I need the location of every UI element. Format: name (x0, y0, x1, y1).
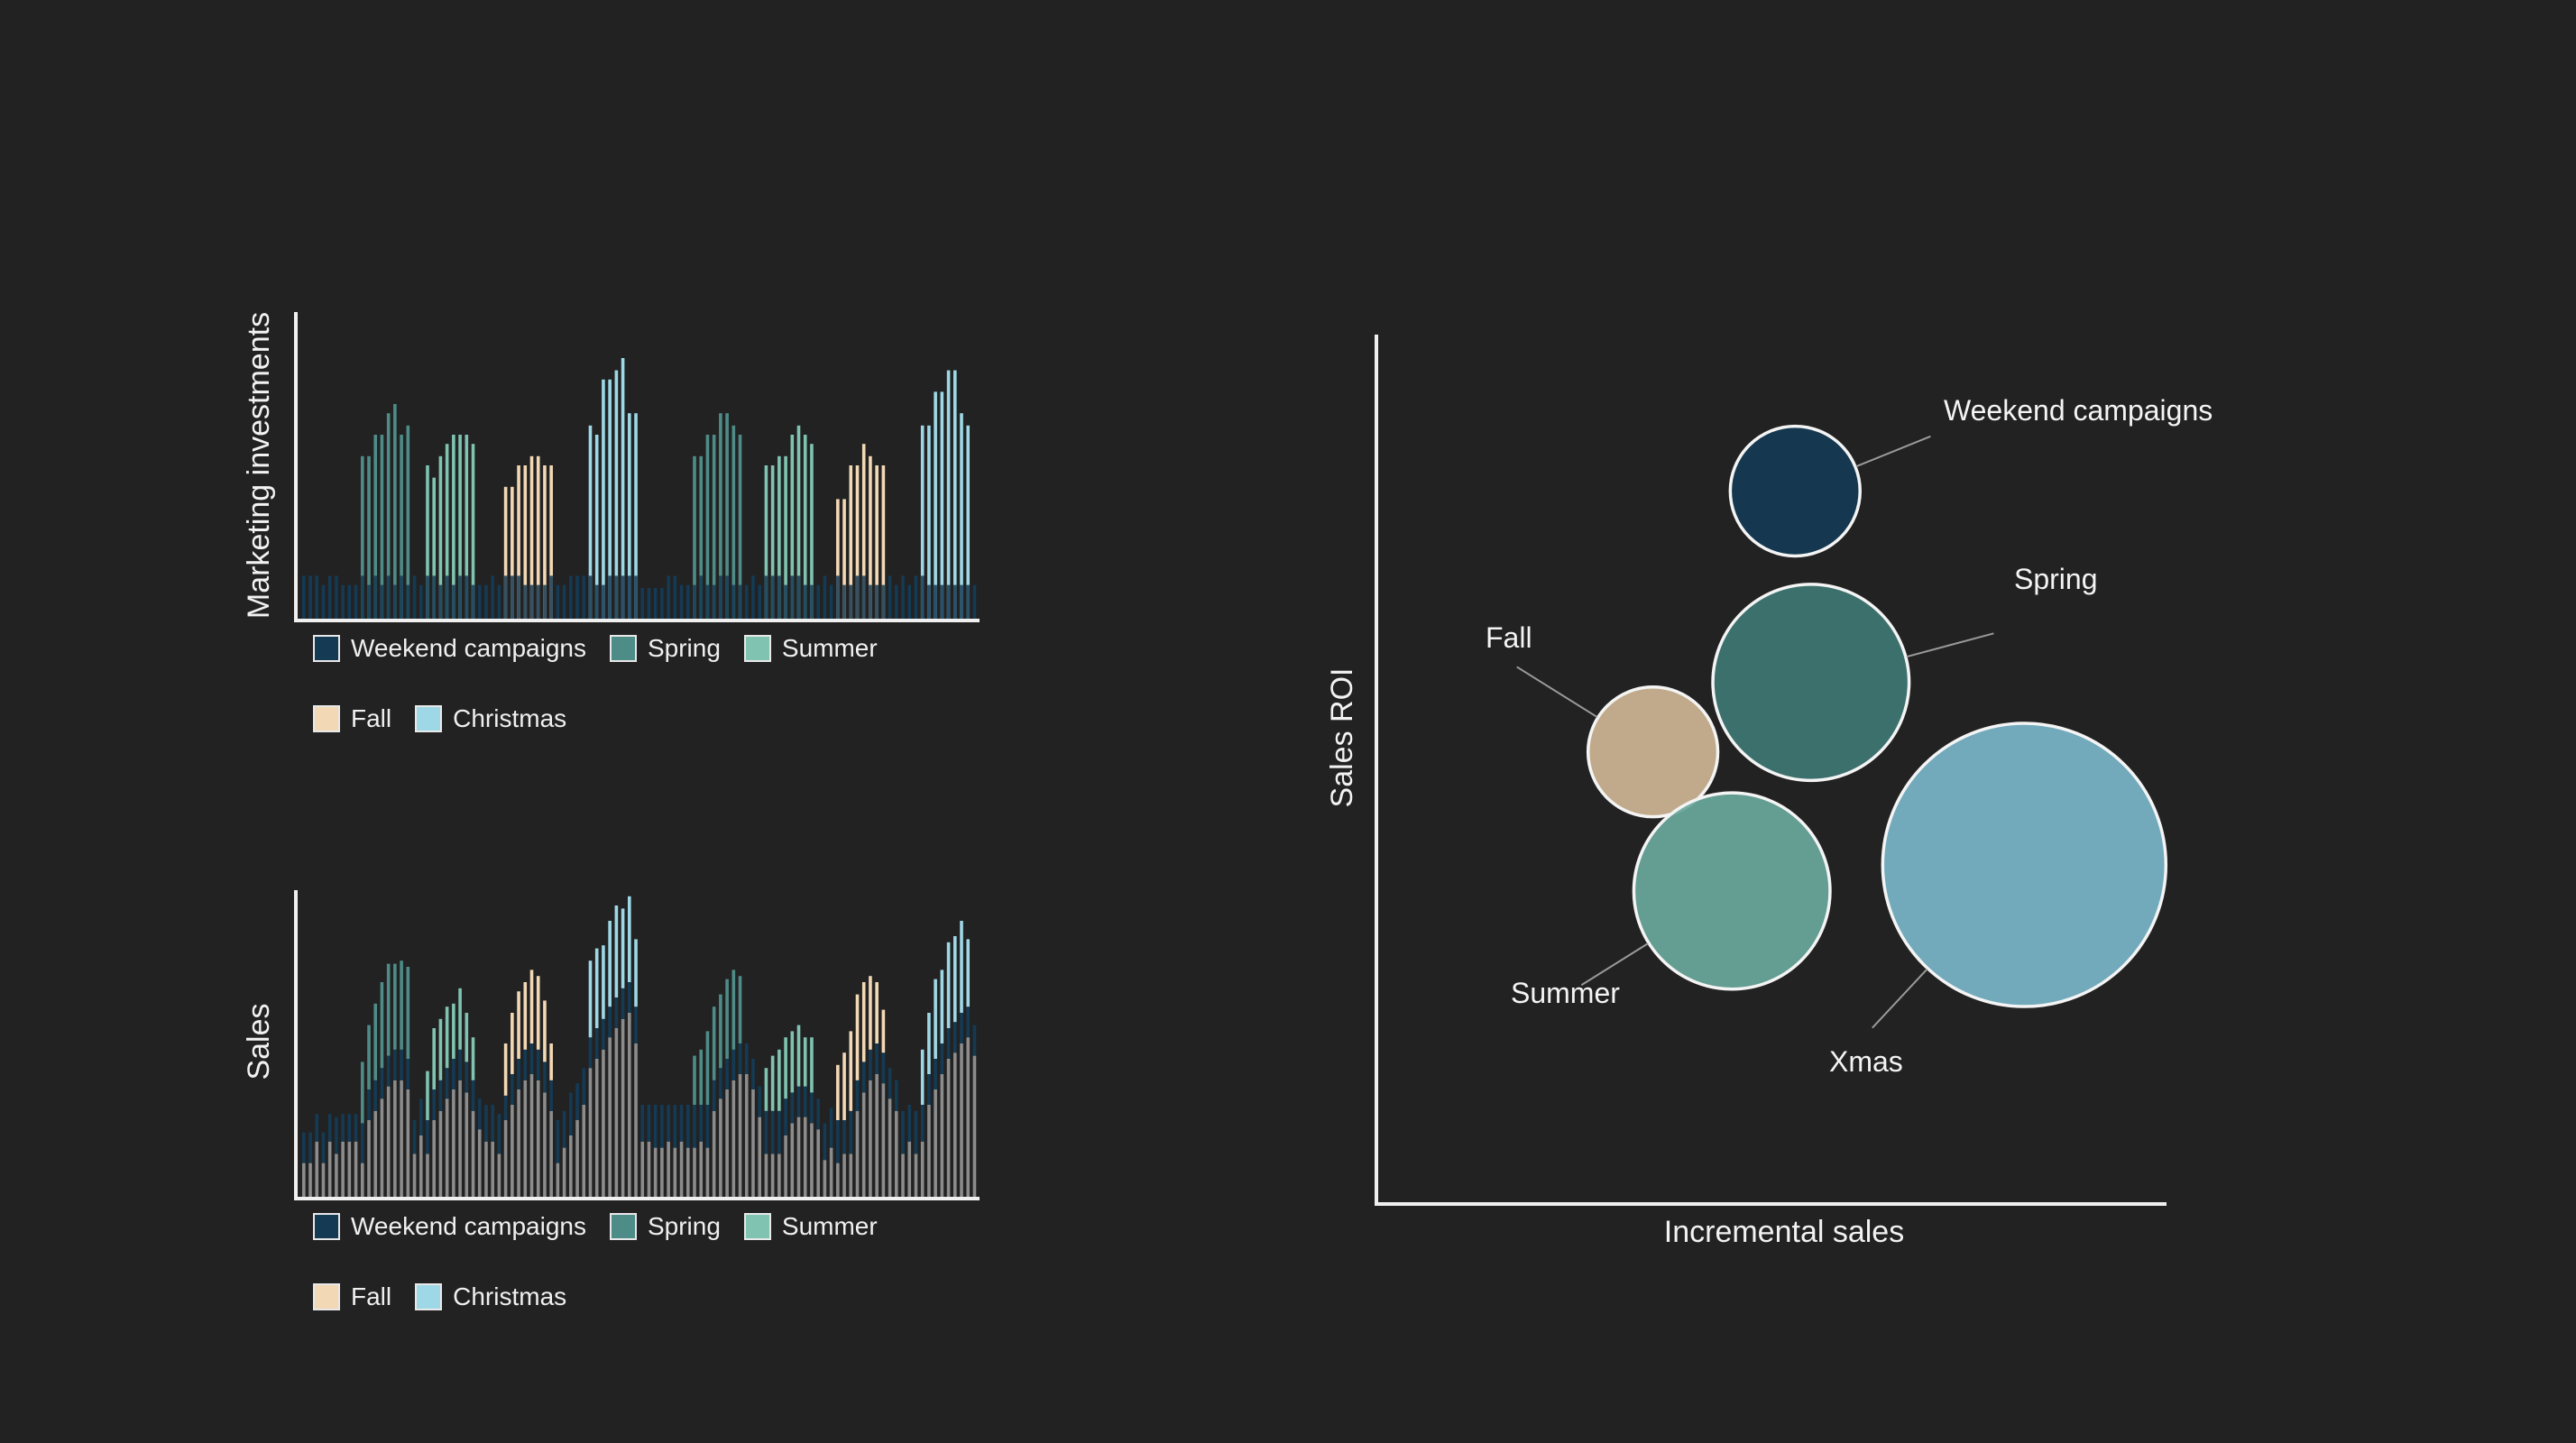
bubble-label-weekend: Weekend campaigns (1944, 394, 2213, 427)
roi-x-axis-label: Incremental sales (1664, 1215, 1904, 1249)
bubble-label-fall: Fall (1486, 621, 1532, 654)
bubble-christmas (1881, 722, 2168, 1008)
bubble-summer (1632, 791, 1832, 991)
leader-line-weekend (1855, 435, 1931, 468)
leader-line-christmas (1872, 968, 1928, 1029)
leader-line-spring (1906, 632, 1994, 658)
leader-line-fall (1516, 666, 1598, 718)
bubble-weekend (1728, 424, 1862, 558)
roi-bubble-chart: Weekend campaigns Spring Fall Summer Xmas Sa… (1325, 335, 2213, 1249)
bubble-label-summer: Summer (1511, 977, 1620, 1009)
roi-y-axis-label: Sales ROI (1325, 668, 1359, 808)
bubble-label-spring: Spring (2014, 563, 2098, 595)
bubbles (1586, 424, 2168, 1008)
bubble-spring (1711, 583, 1911, 783)
bubble-label-christmas: Xmas (1829, 1045, 1903, 1078)
